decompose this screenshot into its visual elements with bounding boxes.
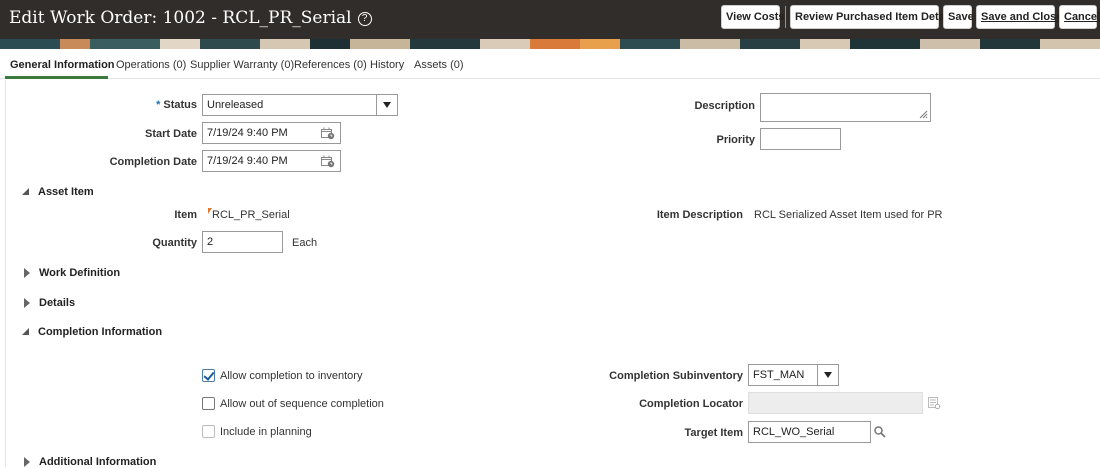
- description-label: Description: [694, 100, 755, 112]
- item-description-value: RCL Serialized Asset Item used for PR: [754, 209, 943, 221]
- collapse-triangle-icon: [22, 188, 29, 195]
- item-label: Item: [174, 209, 197, 221]
- allow-completion-label: Allow completion to inventory: [220, 370, 363, 382]
- page-header: Edit Work Order: 1002 - RCL_PR_Serial? V…: [0, 0, 1100, 39]
- expand-triangle-icon: [24, 268, 30, 278]
- asset-item-section-header[interactable]: Asset Item: [22, 186, 94, 198]
- chevron-down-icon[interactable]: [376, 94, 398, 116]
- decorative-banner: [0, 39, 1100, 49]
- tab-supplier-warranty[interactable]: Supplier Warranty (0): [190, 59, 294, 71]
- additional-information-section-header[interactable]: Additional Information: [23, 456, 156, 468]
- collapse-triangle-icon: [22, 328, 29, 335]
- review-purchased-item-details-button[interactable]: Review Purchased Item Details: [790, 5, 957, 29]
- tab-references[interactable]: References (0): [294, 59, 367, 71]
- active-tab-indicator: [5, 76, 108, 79]
- allow-out-of-sequence-label: Allow out of sequence completion: [220, 398, 384, 410]
- status-label: * Status: [156, 99, 197, 111]
- item-description-label: Item Description: [656, 209, 743, 221]
- start-date-label: Start Date: [145, 128, 197, 140]
- target-item-label: Target Item: [684, 427, 743, 439]
- resize-handle-icon[interactable]: [919, 110, 928, 119]
- description-textarea[interactable]: [760, 93, 931, 122]
- tab-general-information[interactable]: General Information: [10, 59, 115, 71]
- save-and-close-button[interactable]: Save and Close: [976, 5, 1062, 29]
- list-search-icon[interactable]: [928, 397, 941, 410]
- allow-out-of-sequence-checkbox[interactable]: [202, 397, 215, 410]
- chevron-down-icon[interactable]: [817, 364, 839, 386]
- quantity-input[interactable]: 2: [202, 231, 283, 253]
- tab-operations[interactable]: Operations (0): [116, 59, 186, 71]
- completion-subinventory-label: Completion Subinventory: [609, 370, 743, 382]
- priority-label: Priority: [716, 134, 755, 146]
- completion-subinventory-select[interactable]: FST_MAN: [748, 364, 839, 386]
- completion-date-value: 7/19/24 9:40 PM: [207, 155, 288, 167]
- completion-locator-input[interactable]: [748, 392, 923, 414]
- tab-history[interactable]: History: [370, 59, 404, 71]
- details-section-header[interactable]: Details: [23, 297, 75, 309]
- allow-completion-checkbox[interactable]: [202, 369, 215, 382]
- help-icon[interactable]: ?: [357, 12, 372, 26]
- status-select[interactable]: Unreleased: [202, 94, 398, 116]
- status-value: Unreleased: [207, 99, 264, 111]
- calendar-icon[interactable]: [321, 127, 335, 140]
- priority-input[interactable]: [760, 128, 841, 150]
- content-left-border: [5, 80, 6, 467]
- completion-subinventory-value: FST_MAN: [753, 369, 805, 381]
- expand-triangle-icon: [24, 298, 30, 308]
- header-separator: [785, 6, 786, 28]
- include-in-planning-checkbox[interactable]: [202, 425, 215, 438]
- quantity-label: Quantity: [152, 237, 197, 249]
- save-button[interactable]: Save: [943, 5, 974, 29]
- item-value: RCL_PR_Serial: [212, 209, 290, 221]
- completion-date-label: Completion Date: [109, 156, 197, 168]
- work-definition-section-header[interactable]: Work Definition: [23, 267, 120, 279]
- include-in-planning-label: Include in planning: [220, 426, 312, 438]
- search-icon[interactable]: [874, 426, 886, 438]
- target-item-input[interactable]: RCL_WO_Serial: [748, 421, 871, 443]
- tab-assets[interactable]: Assets (0): [414, 59, 464, 71]
- expand-triangle-icon: [24, 457, 30, 467]
- view-costs-button[interactable]: View Costs: [721, 5, 785, 29]
- cancel-button[interactable]: Cancel: [1059, 5, 1100, 29]
- required-indicator: *: [156, 99, 161, 111]
- page-title: Edit Work Order: 1002 - RCL_PR_Serial?: [9, 8, 372, 28]
- completion-date-input[interactable]: 7/19/24 9:40 PM: [202, 150, 341, 172]
- calendar-icon[interactable]: [321, 155, 335, 168]
- tab-bar: General Information Operations (0) Suppl…: [0, 49, 1100, 79]
- start-date-value: 7/19/24 9:40 PM: [207, 127, 288, 139]
- completion-information-section-header[interactable]: Completion Information: [22, 326, 162, 338]
- start-date-input[interactable]: 7/19/24 9:40 PM: [202, 122, 341, 144]
- page-title-text: Edit Work Order: 1002 - RCL_PR_Serial: [9, 8, 352, 28]
- uom-value: Each: [292, 237, 318, 249]
- completion-locator-label: Completion Locator: [639, 398, 743, 410]
